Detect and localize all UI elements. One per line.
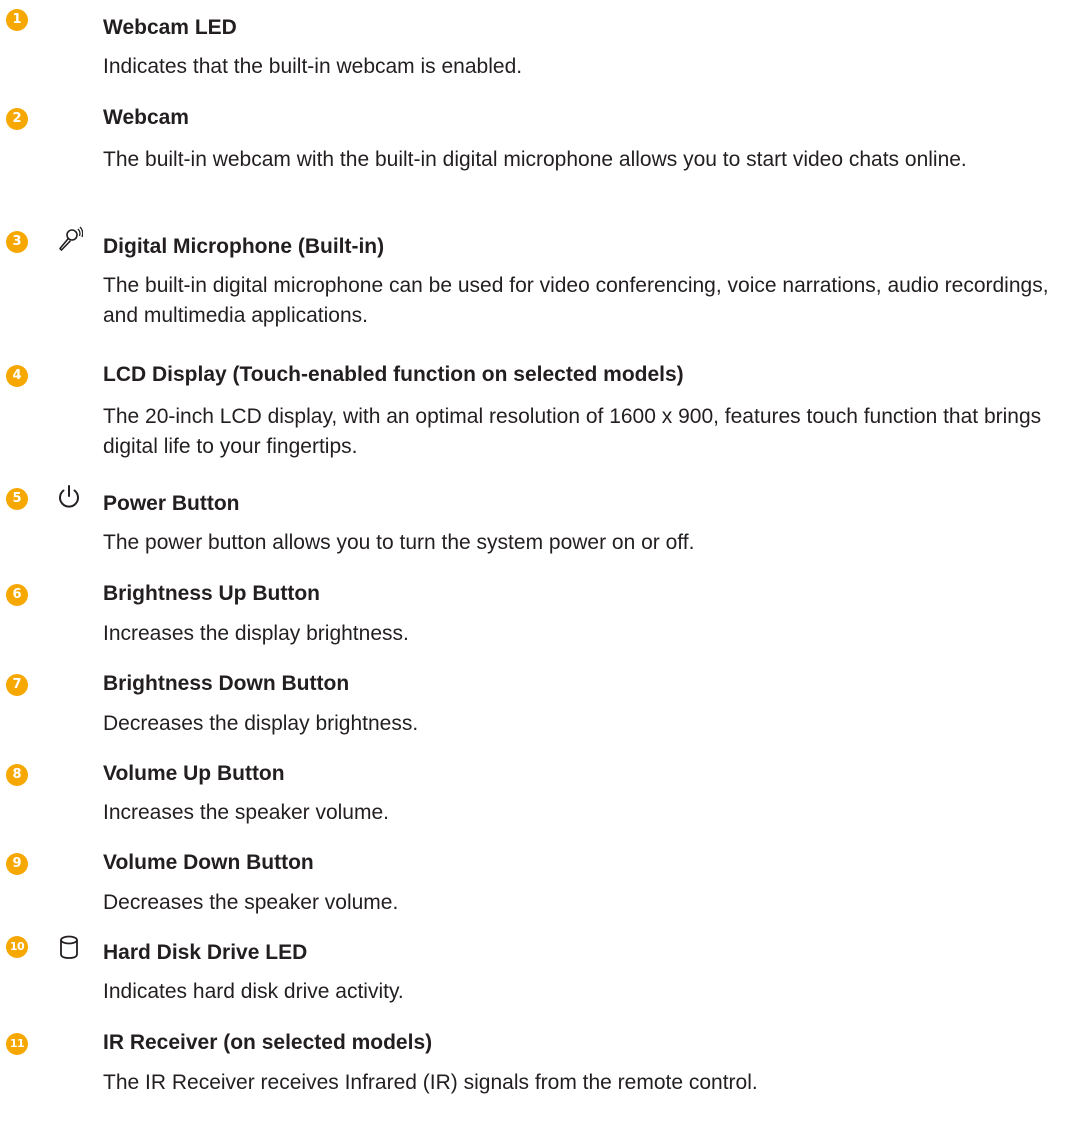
item-title: Volume Up Button: [103, 762, 285, 785]
item-number-badge: 10: [6, 936, 28, 958]
item-number-badge: 7: [6, 674, 28, 696]
power-icon: [55, 483, 83, 511]
item-title: Hard Disk Drive LED: [103, 941, 308, 964]
item-number-badge: 6: [6, 584, 28, 606]
item-number-badge: 11: [6, 1033, 28, 1055]
item-number-badge: 8: [6, 764, 28, 786]
item-title: Digital Microphone (Built-in): [103, 235, 385, 258]
item-number-badge: 4: [6, 365, 28, 387]
item-description: The built-in digital microphone can be u…: [103, 274, 1049, 327]
item-description: The 20-inch LCD display, with an optimal…: [103, 405, 1042, 458]
item-title: Webcam LED: [103, 16, 237, 39]
item-title: Webcam: [103, 106, 189, 129]
item-title: Volume Down Button: [103, 851, 314, 874]
item-number-badge: 3: [6, 231, 28, 253]
item-number-badge: 9: [6, 853, 28, 875]
hard-disk-icon: [55, 933, 83, 961]
item-number-badge: 2: [6, 108, 28, 130]
item-description: Increases the speaker volume.: [103, 801, 389, 824]
item-title: Brightness Down Button: [103, 672, 350, 695]
item-description: The IR Receiver receives Infrared (IR) s…: [103, 1071, 758, 1094]
item-number-badge: 5: [6, 488, 28, 510]
item-title: IR Receiver (on selected models): [103, 1031, 433, 1054]
item-title: LCD Display (Touch-enabled function on s…: [103, 363, 684, 386]
microphone-icon: [55, 226, 83, 254]
item-title: Brightness Up Button: [103, 582, 320, 605]
item-description: Increases the display brightness.: [103, 622, 409, 645]
item-description: Decreases the speaker volume.: [103, 891, 399, 914]
item-description: The built-in webcam with the built-in di…: [103, 148, 967, 171]
item-number-badge: 1: [6, 9, 28, 31]
item-description: Indicates that the built-in webcam is en…: [103, 55, 523, 78]
item-description: Decreases the display brightness.: [103, 712, 419, 735]
item-description: Indicates hard disk drive activity.: [103, 980, 404, 1003]
item-title: Power Button: [103, 492, 240, 515]
item-description: The power button allows you to turn the …: [103, 531, 695, 554]
